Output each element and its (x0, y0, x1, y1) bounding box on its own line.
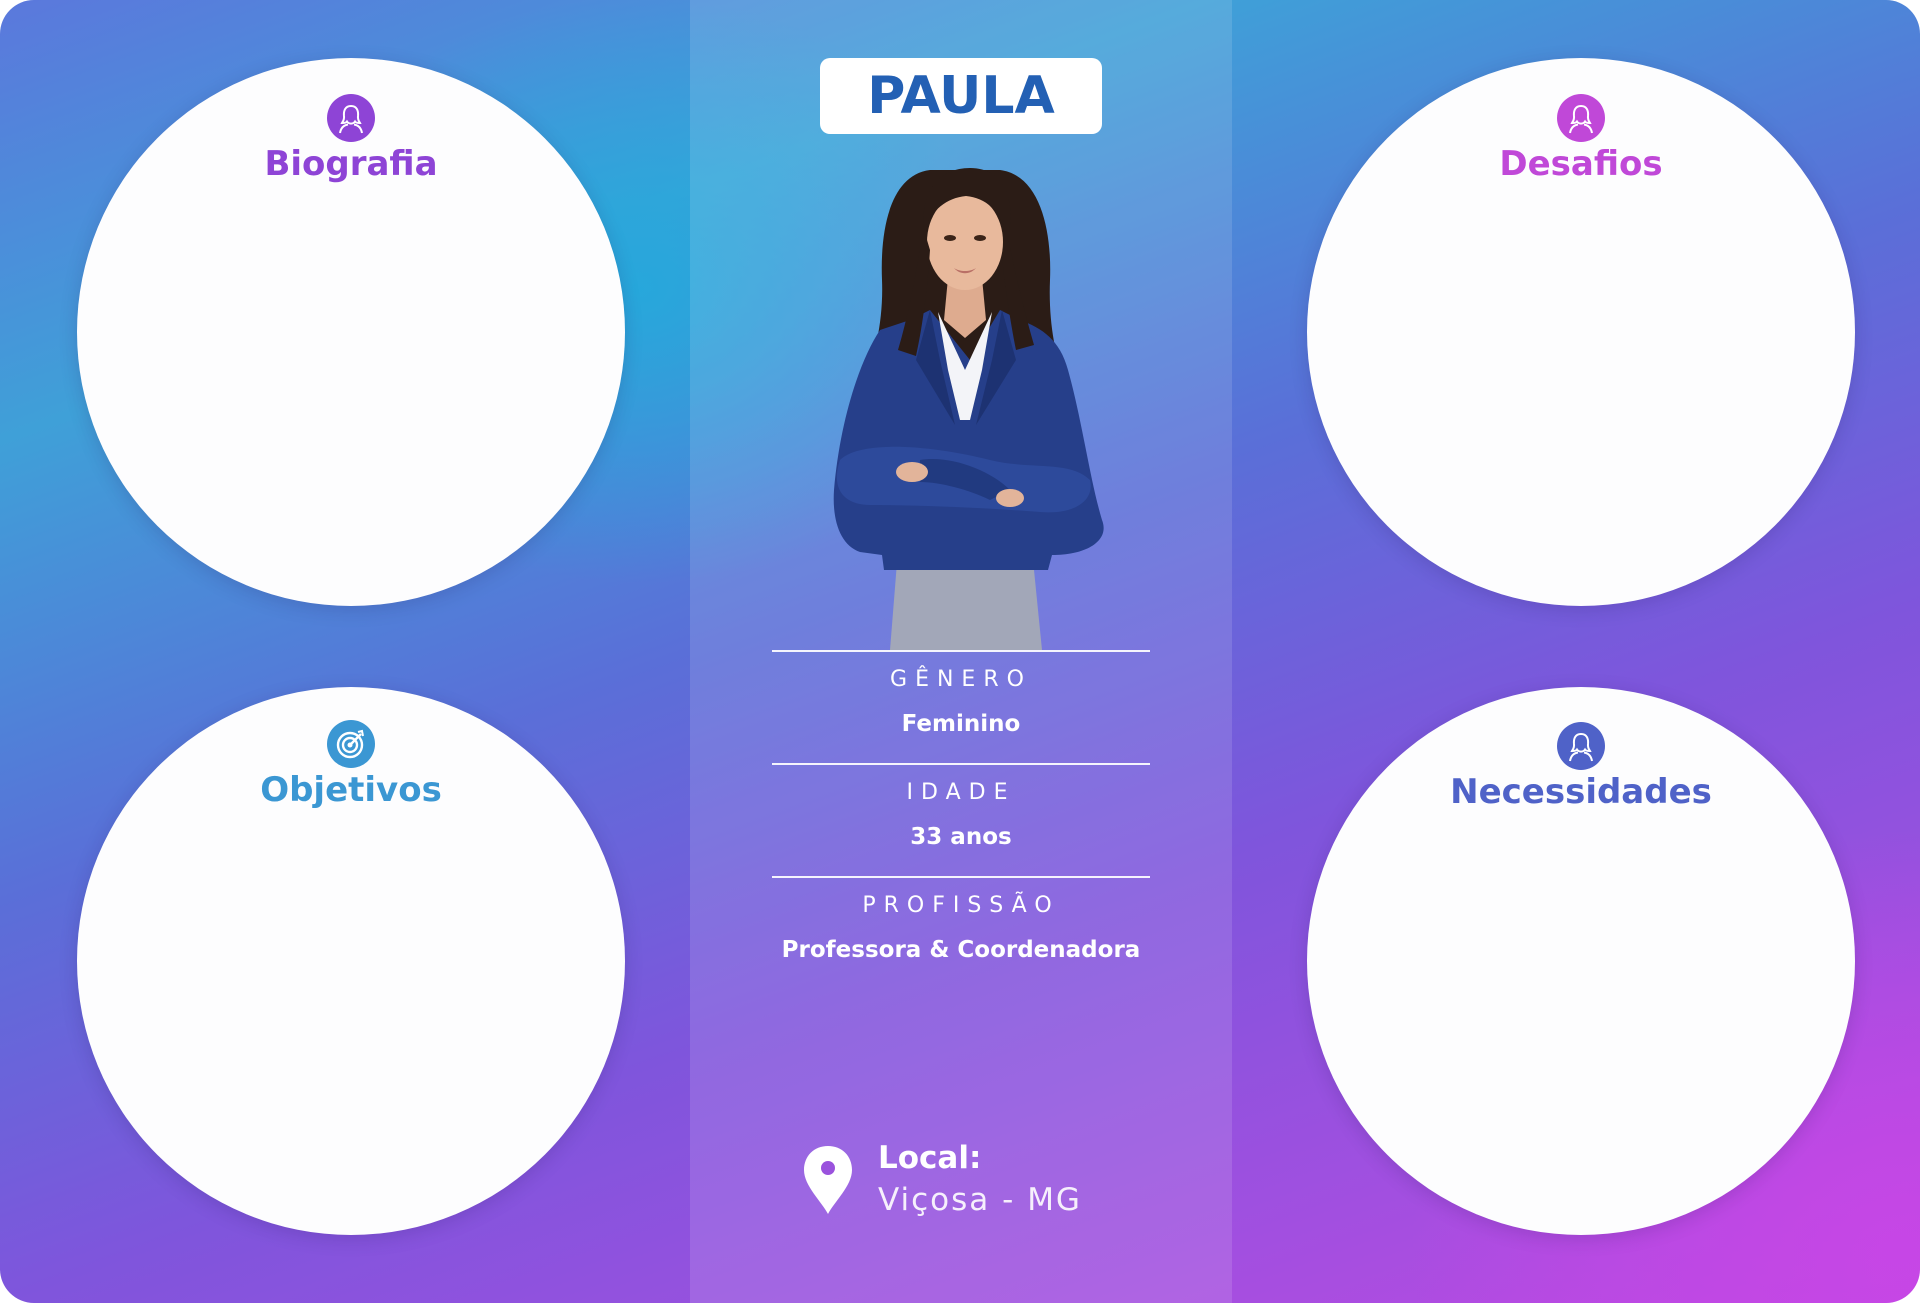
divider (772, 876, 1150, 878)
target-icon (327, 720, 375, 768)
location-label: Local: (878, 1140, 982, 1176)
user-female-icon (327, 94, 375, 142)
profession-label: PROFISSÃO (862, 893, 1060, 918)
gender-value: Feminino (901, 711, 1021, 737)
user-female-icon (1557, 94, 1605, 142)
map-pin-icon (804, 1146, 852, 1214)
necessidades-title: Necessidades (1450, 772, 1712, 812)
biografia-circle: Biografia (77, 58, 625, 606)
divider (772, 650, 1150, 652)
persona-card: Biografia Desafios Objetivos Necessidade… (0, 0, 1920, 1303)
age-label: IDADE (906, 780, 1016, 805)
persona-photo (833, 168, 1104, 650)
objetivos-circle: Objetivos (77, 687, 625, 1235)
user-female-icon (1557, 722, 1605, 770)
persona-name: PAULA (820, 58, 1102, 134)
location-value: Viçosa - MG (878, 1182, 1082, 1218)
necessidades-circle: Necessidades (1307, 687, 1855, 1235)
profession-value: Professora & Coordenadora (781, 937, 1141, 963)
age-value: 33 anos (910, 824, 1012, 850)
desafios-circle: Desafios (1307, 58, 1855, 606)
objetivos-title: Objetivos (260, 770, 442, 810)
desafios-title: Desafios (1499, 144, 1663, 184)
gender-label: GÊNERO (890, 667, 1032, 692)
divider (772, 763, 1150, 765)
biografia-title: Biografia (264, 144, 438, 184)
